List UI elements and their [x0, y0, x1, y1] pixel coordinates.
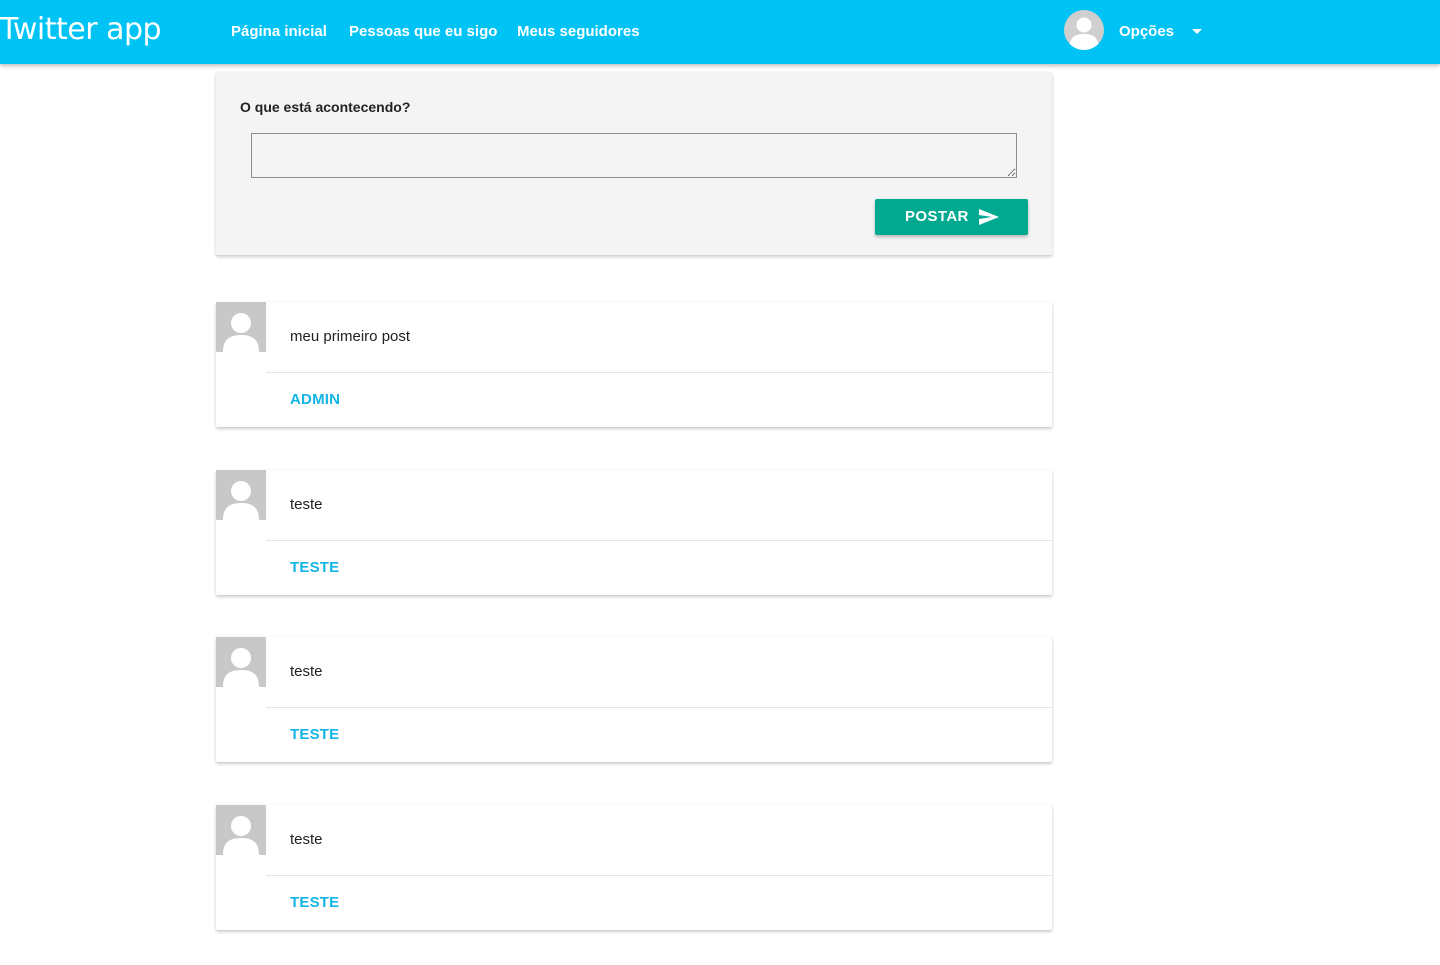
post-avatar-icon [216, 637, 266, 687]
brand-title[interactable]: Twitter app [0, 10, 162, 50]
compose-card: O que está acontecendo? POSTAR [216, 72, 1052, 255]
post-author-link[interactable]: TESTE [290, 893, 339, 913]
post-avatar-icon [216, 470, 266, 520]
user-avatar-icon[interactable] [1064, 10, 1104, 50]
caret-down-icon[interactable] [1192, 29, 1202, 34]
post-text: teste [290, 496, 323, 513]
post-card: teste TESTE [216, 805, 1052, 930]
nav-link-following[interactable]: Pessoas que eu sigo [349, 20, 497, 44]
post-button[interactable]: POSTAR [875, 199, 1028, 235]
post-card: meu primeiro post ADMIN [216, 302, 1052, 427]
post-avatar-icon [216, 302, 266, 352]
post-author-link[interactable]: TESTE [290, 725, 339, 745]
send-icon [979, 209, 999, 225]
post-divider [266, 707, 1052, 708]
post-author-link[interactable]: TESTE [290, 558, 339, 578]
post-button-label: POSTAR [905, 208, 969, 225]
post-avatar-icon [216, 805, 266, 855]
post-divider [266, 875, 1052, 876]
post-text: teste [290, 831, 323, 848]
post-card: teste TESTE [216, 637, 1052, 762]
post-divider [266, 372, 1052, 373]
top-navbar: Twitter app Página inicial Pessoas que e… [0, 0, 1440, 64]
compose-label: O que está acontecendo? [240, 99, 411, 115]
post-card: teste TESTE [216, 470, 1052, 595]
options-menu[interactable]: Opções [1119, 20, 1174, 44]
post-divider [266, 540, 1052, 541]
post-text: teste [290, 663, 323, 680]
post-text: meu primeiro post [290, 328, 411, 345]
nav-link-followers[interactable]: Meus seguidores [517, 20, 640, 44]
nav-link-home[interactable]: Página inicial [231, 20, 327, 44]
post-author-link[interactable]: ADMIN [290, 390, 340, 410]
compose-textarea[interactable] [251, 133, 1017, 178]
